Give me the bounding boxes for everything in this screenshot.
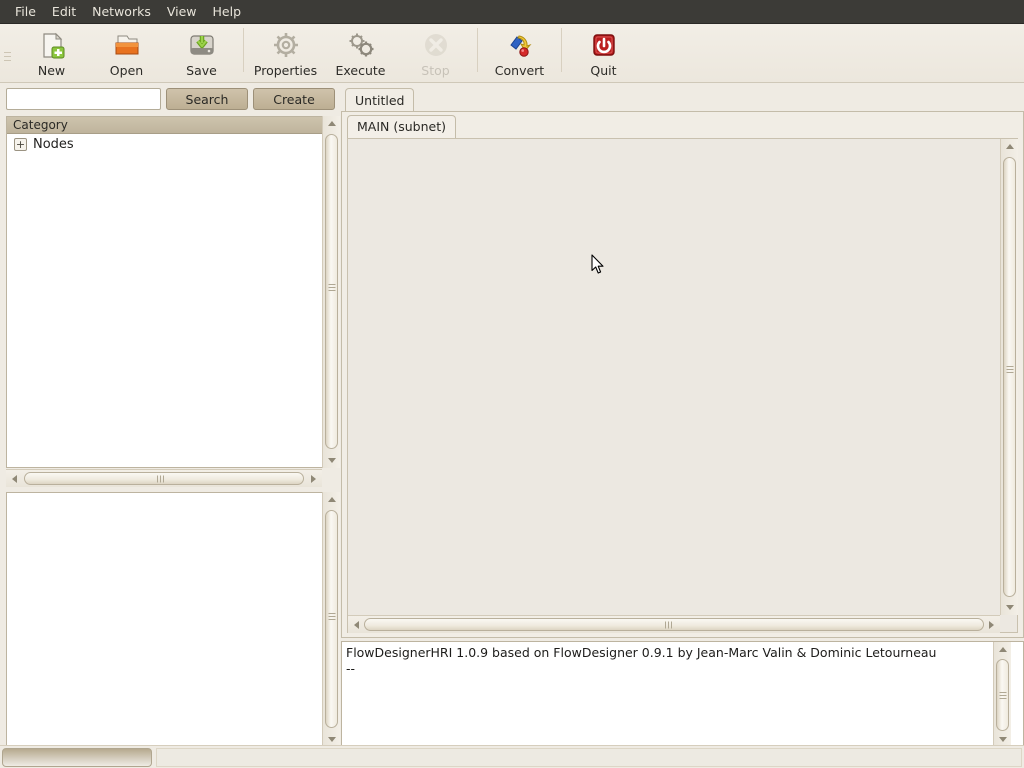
- network-canvas[interactable]: [348, 139, 1000, 615]
- create-button[interactable]: Create: [253, 88, 335, 110]
- category-tree-body[interactable]: + Nodes: [7, 134, 339, 467]
- scroll-thumb-grip: [328, 282, 335, 293]
- properties-button-label: Properties: [253, 63, 318, 78]
- scroll-up-arrow-icon: [328, 121, 336, 126]
- taskbar: [0, 745, 1024, 768]
- toolbar-separator-1: [243, 28, 244, 72]
- document-tabstrip: Untitled: [341, 86, 1024, 112]
- scroll-down-arrow-icon: [999, 737, 1007, 742]
- application-window: File Edit Networks View Help New Open Sa…: [0, 0, 1024, 768]
- stop-circle-icon: [420, 29, 452, 61]
- properties-scroll-thumb[interactable]: [325, 510, 338, 728]
- convert-arrow-icon: [504, 29, 536, 61]
- scroll-thumb-grip: [1006, 364, 1013, 375]
- scroll-right-arrow-icon: [989, 621, 994, 629]
- toolbar-separator-2: [477, 28, 478, 72]
- menu-item-view[interactable]: View: [159, 0, 205, 24]
- stop-button: Stop: [398, 24, 473, 81]
- open-button-label: Open: [109, 63, 144, 78]
- scroll-up-arrow-icon: [1006, 144, 1014, 149]
- canvas-scroll-thumb[interactable]: [1003, 157, 1016, 597]
- subnet-tabstrip: MAIN (subnet): [342, 112, 1023, 138]
- scroll-down-arrow-icon: [1006, 605, 1014, 610]
- main-toolbar: New Open Save Properties Execute Stop Co…: [0, 24, 1024, 83]
- hscroll-thumb-grip: [665, 621, 672, 628]
- properties-vertical-scrollbar[interactable]: [322, 492, 340, 747]
- hscroll-thumb-grip: [157, 475, 164, 482]
- new-button-label: New: [37, 63, 66, 78]
- save-disk-icon: [186, 29, 218, 61]
- convert-button-label: Convert: [494, 63, 545, 78]
- power-quit-icon: [588, 29, 620, 61]
- scroll-up-arrow-icon: [328, 497, 336, 502]
- properties-button[interactable]: Properties: [248, 24, 323, 81]
- category-horizontal-scrollbar[interactable]: [6, 469, 322, 487]
- scroll-right-arrow-icon: [311, 475, 316, 483]
- scroll-thumb-grip: [328, 611, 335, 622]
- execute-button-label: Execute: [335, 63, 386, 78]
- scroll-up-arrow-icon: [999, 647, 1007, 652]
- category-tree-panel: Category + Nodes: [6, 116, 340, 468]
- quit-button-label: Quit: [590, 63, 617, 78]
- canvas-vertical-scrollbar[interactable]: [1000, 139, 1018, 615]
- log-output-panel[interactable]: FlowDesignerHRI 1.0.9 based on FlowDesig…: [341, 641, 1024, 748]
- canvas-horizontal-scrollbar[interactable]: [348, 615, 1000, 633]
- toolbar-drag-handle[interactable]: [0, 24, 14, 83]
- menu-item-file[interactable]: File: [7, 0, 44, 24]
- log-scroll-thumb[interactable]: [996, 659, 1009, 731]
- search-button[interactable]: Search: [166, 88, 248, 110]
- taskbar-empty-area: [156, 748, 1022, 767]
- tree-item-nodes[interactable]: + Nodes: [7, 134, 339, 154]
- toolbar-separator-3: [561, 28, 562, 72]
- scroll-left-arrow-icon: [354, 621, 359, 629]
- stop-button-label: Stop: [421, 63, 450, 78]
- scroll-down-arrow-icon: [328, 458, 336, 463]
- document-pane: MAIN (subnet): [341, 111, 1024, 638]
- category-vertical-scrollbar[interactable]: [322, 116, 340, 468]
- tree-item-label: Nodes: [33, 136, 74, 152]
- scroll-thumb-grip: [999, 690, 1006, 701]
- properties-panel[interactable]: [6, 492, 340, 747]
- expander-plus-icon[interactable]: +: [14, 137, 27, 151]
- taskbar-window-button[interactable]: [2, 748, 152, 767]
- menu-item-networks[interactable]: Networks: [84, 0, 159, 24]
- category-scroll-thumb[interactable]: [325, 134, 338, 449]
- execute-button[interactable]: Execute: [323, 24, 398, 81]
- mouse-cursor: [591, 254, 605, 275]
- tab-main-subnet[interactable]: MAIN (subnet): [347, 115, 456, 138]
- network-canvas-area[interactable]: [347, 138, 1018, 633]
- menu-item-help[interactable]: Help: [205, 0, 250, 24]
- search-input[interactable]: [6, 88, 161, 110]
- category-hscroll-thumb[interactable]: [24, 472, 304, 485]
- menu-bar: File Edit Networks View Help: [0, 0, 1024, 24]
- save-button[interactable]: Save: [164, 24, 239, 81]
- open-folder-icon: [111, 29, 143, 61]
- convert-button[interactable]: Convert: [482, 24, 557, 81]
- canvas-hscroll-thumb[interactable]: [364, 618, 984, 631]
- new-document-icon: [36, 29, 68, 61]
- tab-untitled[interactable]: Untitled: [345, 88, 415, 112]
- menu-item-edit[interactable]: Edit: [44, 0, 84, 24]
- scroll-left-arrow-icon: [12, 475, 17, 483]
- gear-icon: [270, 29, 302, 61]
- search-row: Search Create: [0, 85, 340, 113]
- log-output-text: FlowDesignerHRI 1.0.9 based on FlowDesig…: [346, 645, 937, 676]
- open-button[interactable]: Open: [89, 24, 164, 81]
- category-column-header[interactable]: Category: [7, 117, 323, 134]
- scroll-down-arrow-icon: [328, 737, 336, 742]
- log-vertical-scrollbar[interactable]: [993, 642, 1011, 747]
- gears-run-icon: [345, 29, 377, 61]
- save-button-label: Save: [186, 63, 217, 78]
- new-button[interactable]: New: [14, 24, 89, 81]
- quit-button[interactable]: Quit: [566, 24, 641, 81]
